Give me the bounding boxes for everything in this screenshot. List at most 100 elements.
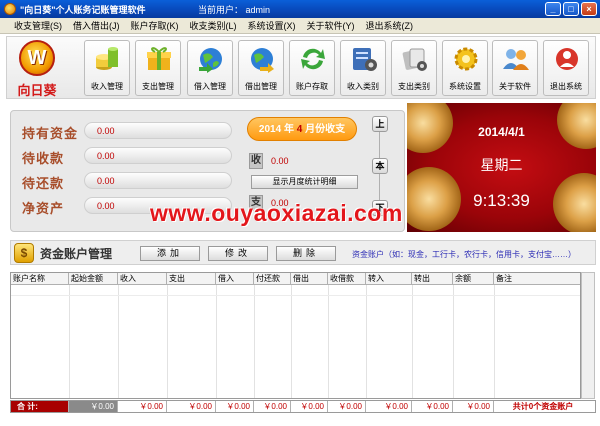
lend-manage-button[interactable]: 借出管理 — [238, 40, 284, 96]
expense-category-label: 支出类别 — [398, 82, 430, 91]
system-settings-label: 系统设置 — [449, 82, 481, 91]
show-monthly-detail-button[interactable]: 显示月度统计明细 — [251, 175, 358, 189]
borrow-manage-label: 借入管理 — [194, 82, 226, 91]
receivable-field: 0.00 — [84, 147, 232, 164]
current-date: 2014/4/1 — [478, 125, 525, 139]
edit-account-button[interactable]: 修改 — [208, 246, 268, 261]
current-month-button[interactable]: 本 — [372, 158, 388, 174]
accounts-title: 资金账户管理 — [40, 247, 113, 261]
accounts-table[interactable]: 账户名称 起始金额 收入 支出 借入 付还款 借出 收借款 转入 转出 余额 备… — [10, 272, 581, 399]
account-access-label: 账户存取 — [296, 82, 328, 91]
table-scrollbar[interactable] — [581, 272, 595, 399]
net-assets-value: 0.00 — [97, 201, 115, 211]
menu-about[interactable]: 关于软件(Y) — [307, 19, 355, 32]
col-balance[interactable]: 余额 — [453, 273, 494, 285]
logo-icon: W — [19, 40, 55, 76]
total-lend-out: ￥0.00 — [291, 401, 328, 412]
col-start-amount[interactable]: 起始金额 — [69, 273, 118, 285]
totals-row: 合 计: ￥0.00 ￥0.00 ￥0.00 ￥0.00 ￥0.00 ￥0.00… — [10, 400, 596, 413]
cards-icon — [402, 48, 427, 71]
current-user: 当前用户： admin — [198, 3, 270, 16]
account-count-prefix: 共计 — [512, 402, 529, 411]
coins-stack-icon — [96, 47, 118, 70]
date-panel: 2014/4/1 星期二 9:13:39 — [407, 103, 596, 232]
account-access-button[interactable]: 账户存取 — [289, 40, 335, 96]
exit-icon — [556, 48, 578, 70]
col-expense[interactable]: 支出 — [167, 273, 216, 285]
menu-bar: 收支管理(S) 借入借出(J) 账户存取(K) 收支类别(L) 系统设置(X) … — [0, 18, 600, 34]
receivable-row: 待收款 0.00 — [22, 147, 232, 167]
watermark: www.ouyaoxiazai.com — [150, 200, 403, 226]
payable-value: 0.00 — [97, 176, 115, 186]
totals-label: 合 计: — [11, 401, 69, 412]
col-income[interactable]: 收入 — [118, 273, 167, 285]
total-expense: ￥0.00 — [167, 401, 216, 412]
payable-label: 待还款 — [22, 177, 65, 192]
exit-button[interactable]: 退出系统 — [543, 40, 589, 96]
maximize-button[interactable]: □ — [563, 2, 579, 16]
receivable-value: 0.00 — [97, 151, 115, 161]
income-manage-label: 收入管理 — [91, 82, 123, 91]
month-income-value: 0.00 — [271, 156, 289, 166]
expense-category-button[interactable]: 支出类别 — [391, 40, 437, 96]
menu-account-access[interactable]: 账户存取(K) — [131, 19, 179, 32]
current-user-value: admin — [245, 5, 271, 15]
menu-exit[interactable]: 退出系统(Z) — [366, 19, 414, 32]
month-suffix: 月份收支 — [305, 124, 346, 135]
close-button[interactable]: × — [581, 2, 597, 16]
total-transfer-in: ￥0.00 — [366, 401, 412, 412]
income-tag: 收 — [249, 153, 263, 169]
menu-settings[interactable]: 系统设置(X) — [248, 19, 296, 32]
delete-account-button[interactable]: 删除 — [276, 246, 336, 261]
month-year-suffix: 年 — [283, 124, 294, 135]
exit-label: 退出系统 — [550, 82, 582, 91]
current-time: 9:13:39 — [473, 191, 530, 210]
col-lend-out[interactable]: 借出 — [291, 273, 328, 285]
minimize-button[interactable]: _ — [545, 2, 561, 16]
total-income: ￥0.00 — [118, 401, 167, 412]
total-transfer-out: ￥0.00 — [412, 401, 453, 412]
title-bar: "向日葵"个人账务记账管理软件 当前用户： admin _ □ × — [0, 0, 600, 18]
income-category-label: 收入类别 — [347, 82, 379, 91]
income-category-button[interactable]: 收入类别 — [340, 40, 386, 96]
account-count-suffix: 个资金账户 — [533, 402, 574, 411]
expense-manage-button[interactable]: 支出管理 — [135, 40, 181, 96]
window-title: "向日葵"个人账务记账管理软件 — [20, 5, 146, 15]
menu-income-expense[interactable]: 收支管理(S) — [14, 19, 62, 32]
borrow-manage-button[interactable]: 借入管理 — [187, 40, 233, 96]
income-manage-button[interactable]: 收入管理 — [84, 40, 130, 96]
holding-funds-row: 持有资金 0.00 — [22, 122, 232, 142]
gift-box-icon — [147, 47, 171, 70]
gear-icon — [454, 47, 478, 71]
expense-manage-label: 支出管理 — [142, 82, 174, 91]
add-account-button[interactable]: 添加 — [140, 246, 200, 261]
menu-borrow-lend[interactable]: 借入借出(J) — [73, 19, 120, 32]
account-count: 共计0个资金账户 — [494, 401, 595, 412]
holding-funds-value: 0.00 — [97, 126, 115, 136]
col-borrow-in[interactable]: 借入 — [216, 273, 254, 285]
col-transfer-in[interactable]: 转入 — [366, 273, 412, 285]
app-icon — [4, 3, 16, 15]
total-borrow-in: ￥0.00 — [216, 401, 254, 412]
current-weekday: 星期二 — [480, 158, 523, 174]
total-balance: ￥0.00 — [453, 401, 494, 412]
month-number: 4 — [296, 124, 303, 135]
col-account-name[interactable]: 账户名称 — [11, 273, 69, 285]
system-settings-button[interactable]: 系统设置 — [442, 40, 488, 96]
total-start-amount: ￥0.00 — [69, 401, 118, 412]
category-settings-icon — [353, 48, 377, 71]
col-collect[interactable]: 收借款 — [328, 273, 366, 285]
prev-month-button[interactable]: 上 — [372, 116, 388, 132]
users-icon — [503, 49, 529, 70]
total-repay: ￥0.00 — [254, 401, 291, 412]
globe-arrow-in-icon — [199, 48, 222, 73]
current-user-label: 当前用户： — [198, 5, 244, 15]
lend-manage-label: 借出管理 — [245, 82, 277, 91]
col-repay[interactable]: 付还款 — [254, 273, 291, 285]
accounts-hint: 资金账户（如：现金，工行卡，农行卡，信用卡，支付宝……） — [352, 250, 576, 259]
month-year: 2014 — [258, 124, 282, 135]
menu-categories[interactable]: 收支类别(L) — [190, 19, 237, 32]
col-transfer-out[interactable]: 转出 — [412, 273, 453, 285]
col-note[interactable]: 备注 — [494, 273, 582, 285]
about-button[interactable]: 关于软件 — [492, 40, 538, 96]
